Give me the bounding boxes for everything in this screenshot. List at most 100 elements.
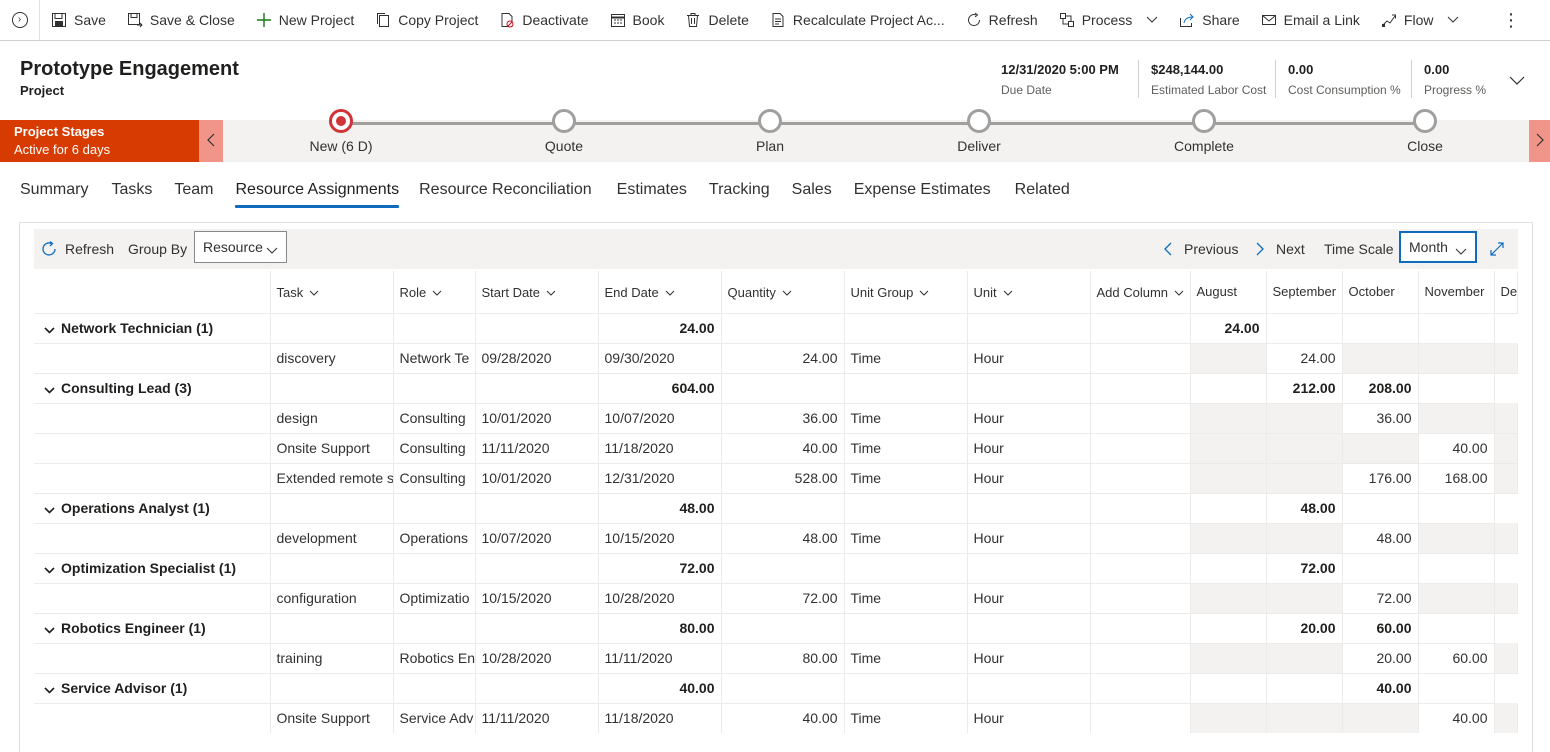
unit-cell[interactable]: Hour xyxy=(967,703,1091,733)
month-value-cell[interactable] xyxy=(1494,583,1518,614)
tab-related[interactable]: Related xyxy=(1015,178,1070,208)
copy-project-button[interactable]: Copy Project xyxy=(364,0,488,40)
task-cell[interactable]: Onsite Support xyxy=(270,703,394,733)
month-value-cell[interactable]: 36.00 xyxy=(1342,403,1419,434)
process-next-button[interactable] xyxy=(1529,120,1550,162)
quantity-cell[interactable]: 528.00 xyxy=(721,463,845,494)
role-cell[interactable]: Consulting xyxy=(393,403,476,434)
more-commands-icon[interactable]: ⋮ xyxy=(1502,0,1520,40)
assignment-row[interactable]: configuration Optimizatio 10/15/2020 10/28/… xyxy=(34,583,1518,614)
end-date-cell[interactable]: 10/15/2020 xyxy=(598,523,722,554)
flow-button[interactable]: Flow xyxy=(1370,0,1470,40)
month-value-cell[interactable] xyxy=(1190,403,1267,434)
month-value-cell[interactable] xyxy=(1266,703,1343,733)
start-date-cell[interactable]: 10/15/2020 xyxy=(475,583,599,614)
month-value-cell[interactable] xyxy=(1190,583,1267,614)
month-value-cell[interactable] xyxy=(1266,433,1343,464)
assignment-row[interactable]: design Consulting 10/01/2020 10/07/2020 36.0… xyxy=(34,403,1518,434)
save-close-button[interactable]: Save & Close xyxy=(116,0,245,40)
month-value-cell[interactable]: 40.00 xyxy=(1418,433,1495,464)
delete-button[interactable]: Delete xyxy=(674,0,758,40)
share-button[interactable]: Share xyxy=(1168,0,1249,40)
unit-group-cell[interactable]: Time xyxy=(844,433,968,464)
unit-group-cell[interactable]: Time xyxy=(844,523,968,554)
assignment-row[interactable]: Extended remote s Consulting 10/01/2020 12/… xyxy=(34,463,1518,494)
unit-group-cell[interactable]: Time xyxy=(844,643,968,674)
month-value-cell[interactable] xyxy=(1342,703,1419,733)
assignment-row[interactable]: Onsite Support Consulting 11/11/2020 11/18/… xyxy=(34,433,1518,464)
month-value-cell[interactable] xyxy=(1190,343,1267,374)
save-button[interactable]: Save xyxy=(40,0,116,40)
month-value-cell[interactable] xyxy=(1418,343,1495,374)
new-project-button[interactable]: New Project xyxy=(245,0,364,40)
task-cell[interactable]: development xyxy=(270,523,394,554)
chevron-down-icon[interactable] xyxy=(44,501,55,517)
month-value-cell[interactable] xyxy=(1190,703,1267,733)
month-value-cell[interactable] xyxy=(1418,523,1495,554)
month-value-cell[interactable]: 40.00 xyxy=(1418,703,1495,733)
chevron-down-icon[interactable] xyxy=(44,321,55,337)
assignment-row[interactable]: Onsite Support Service Adv 11/11/2020 11/18… xyxy=(34,703,1518,733)
quantity-cell[interactable]: 40.00 xyxy=(721,433,845,464)
column-header-unit[interactable]: Unit xyxy=(967,271,1091,314)
start-date-cell[interactable]: 10/01/2020 xyxy=(475,403,599,434)
month-value-cell[interactable]: 168.00 xyxy=(1418,463,1495,494)
unit-cell[interactable]: Hour xyxy=(967,403,1091,434)
group-row[interactable]: Consulting Lead (3) 604.00 212.00 208.00 xyxy=(34,373,1518,404)
column-header-role[interactable]: Role xyxy=(393,271,476,314)
stage-new[interactable]: New (6 D) xyxy=(281,109,401,154)
assignment-row[interactable]: discovery Network Te 09/28/2020 09/30/2020 2… xyxy=(34,343,1518,374)
book-button[interactable]: Book xyxy=(599,0,675,40)
end-date-cell[interactable]: 11/11/2020 xyxy=(598,643,722,674)
unit-cell[interactable]: Hour xyxy=(967,583,1091,614)
group-name-cell[interactable]: Service Advisor (1) xyxy=(34,673,271,704)
process-previous-button[interactable] xyxy=(199,120,223,162)
tab-team[interactable]: Team xyxy=(174,178,213,208)
role-cell[interactable]: Network Te xyxy=(393,343,476,374)
group-name-cell[interactable]: Optimization Specialist (1) xyxy=(34,553,271,584)
end-date-cell[interactable]: 11/18/2020 xyxy=(598,703,722,733)
group-name-cell[interactable]: Consulting Lead (3) xyxy=(34,373,271,404)
month-value-cell[interactable] xyxy=(1494,403,1518,434)
tab-summary[interactable]: Summary xyxy=(20,178,88,208)
previous-button[interactable]: Previous xyxy=(1164,229,1238,269)
stage-complete[interactable]: Complete xyxy=(1144,109,1264,154)
month-value-cell[interactable] xyxy=(1266,583,1343,614)
group-name-cell[interactable]: Operations Analyst (1) xyxy=(34,493,271,524)
tab-sales[interactable]: Sales xyxy=(792,178,832,208)
tab-tasks[interactable]: Tasks xyxy=(111,178,152,208)
start-date-cell[interactable]: 11/11/2020 xyxy=(475,433,599,464)
month-value-cell[interactable]: 20.00 xyxy=(1342,643,1419,674)
start-date-cell[interactable]: 11/11/2020 xyxy=(475,703,599,733)
unit-group-cell[interactable]: Time xyxy=(844,703,968,733)
month-value-cell[interactable] xyxy=(1266,643,1343,674)
month-value-cell[interactable]: 60.00 xyxy=(1418,643,1495,674)
unit-cell[interactable]: Hour xyxy=(967,643,1091,674)
unit-group-cell[interactable]: Time xyxy=(844,583,968,614)
role-cell[interactable]: Optimizatio xyxy=(393,583,476,614)
expand-grid-button[interactable] xyxy=(1489,229,1505,269)
task-cell[interactable]: training xyxy=(270,643,394,674)
quantity-cell[interactable]: 24.00 xyxy=(721,343,845,374)
unit-group-cell[interactable]: Time xyxy=(844,463,968,494)
task-cell[interactable]: Onsite Support xyxy=(270,433,394,464)
tab-resource-reconciliation[interactable]: Resource Reconciliation xyxy=(419,178,592,208)
month-value-cell[interactable] xyxy=(1266,463,1343,494)
unit-cell[interactable]: Hour xyxy=(967,523,1091,554)
stage-deliver[interactable]: Deliver xyxy=(919,109,1039,154)
tab-tracking[interactable]: Tracking xyxy=(709,178,770,208)
month-value-cell[interactable]: 72.00 xyxy=(1342,583,1419,614)
start-date-cell[interactable]: 10/01/2020 xyxy=(475,463,599,494)
group-row[interactable]: Service Advisor (1) 40.00 40.00 xyxy=(34,673,1518,704)
column-header-task[interactable]: Task xyxy=(270,271,394,314)
role-cell[interactable]: Consulting xyxy=(393,463,476,494)
unit-cell[interactable]: Hour xyxy=(967,433,1091,464)
month-value-cell[interactable] xyxy=(1190,523,1267,554)
month-value-cell[interactable] xyxy=(1494,703,1518,733)
process-button[interactable]: Process xyxy=(1048,0,1169,40)
quantity-cell[interactable]: 48.00 xyxy=(721,523,845,554)
month-value-cell[interactable] xyxy=(1494,463,1518,494)
stage-plan[interactable]: Plan xyxy=(710,109,830,154)
group-row[interactable]: Network Technician (1) 24.00 24.00 xyxy=(34,313,1518,344)
month-value-cell[interactable] xyxy=(1494,433,1518,464)
